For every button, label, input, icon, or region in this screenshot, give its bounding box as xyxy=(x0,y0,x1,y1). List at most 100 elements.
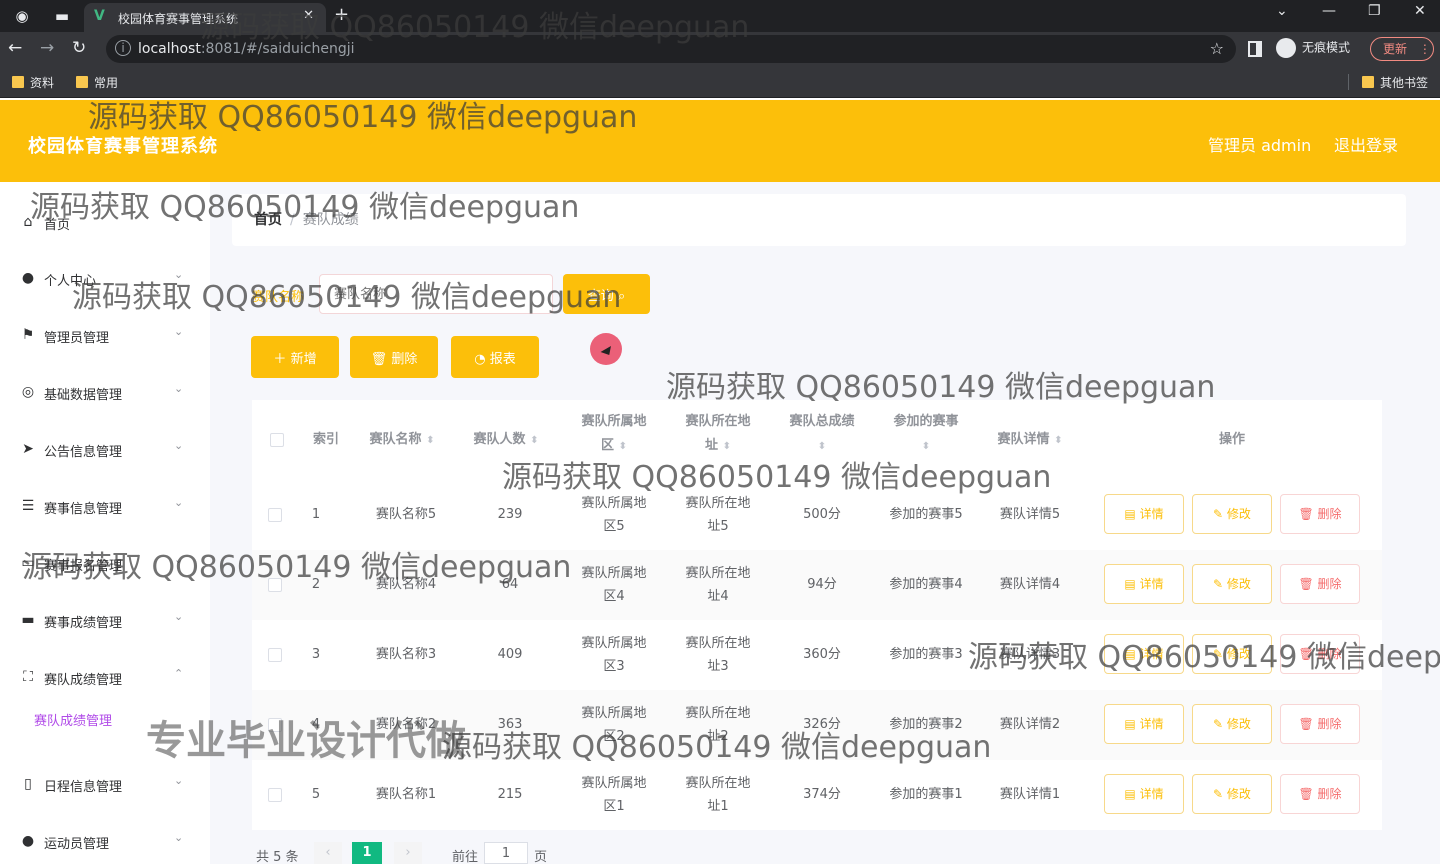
bookmark-star-icon[interactable]: ☆ xyxy=(1210,39,1224,58)
tab-title: 校园体育赛事管理系统 xyxy=(118,12,239,26)
detail-button[interactable]: ▤ 详情 xyxy=(1104,634,1184,674)
col-match[interactable]: 参加的赛事 ⬍ xyxy=(876,410,976,459)
prev-page-button[interactable]: ‹ xyxy=(314,842,342,864)
goto-label: 前往 xyxy=(452,850,479,864)
sidebar-item-notices[interactable]: ➤ 公告信息管理 ⌄ xyxy=(0,421,210,477)
search-button[interactable]: 查询 ⌕ xyxy=(563,274,650,314)
cell-count: 409 xyxy=(497,647,523,662)
detail-button[interactable]: ▤ 详情 xyxy=(1104,774,1184,814)
edit-button[interactable]: ✎ 修改 xyxy=(1192,634,1272,674)
detail-button[interactable]: ▤ 详情 xyxy=(1104,494,1184,534)
row-checkbox[interactable] xyxy=(268,788,282,802)
submenu-team-scores[interactable]: 赛队成绩管理 xyxy=(34,710,112,729)
detail-button[interactable]: ▤ 详情 xyxy=(1104,564,1184,604)
restore-icon[interactable]: ❐ xyxy=(1368,3,1381,19)
app-header: 校园体育赛事管理系统 管理员 admin 退出登录 xyxy=(0,100,1440,182)
next-page-button[interactable]: › xyxy=(394,842,422,864)
search-input[interactable] xyxy=(319,274,553,314)
breadcrumb-home[interactable]: 首页 xyxy=(254,212,282,228)
select-all-checkbox[interactable] xyxy=(270,433,284,447)
sidebar-item-events[interactable]: ☰ 赛事信息管理 ⌄ xyxy=(0,478,210,534)
minimize-icon[interactable]: — xyxy=(1322,3,1336,19)
cell-score: 374分 xyxy=(803,787,841,802)
chevron-down-icon: ⌄ xyxy=(174,610,184,623)
tab-search-icon[interactable]: ▬ xyxy=(52,6,72,26)
cell-score: 94分 xyxy=(807,577,837,592)
sidebar-item-home[interactable]: ⌂ 首页 xyxy=(0,194,210,250)
sidebar-item-base-data[interactable]: ◎ 基础数据管理 ⌄ xyxy=(0,364,210,420)
cell-address: 赛队所在地 址4 xyxy=(685,566,751,604)
close-window-icon[interactable]: ✕ xyxy=(1414,3,1426,19)
user-icon: ● xyxy=(21,270,35,286)
new-tab-icon[interactable]: + xyxy=(334,4,349,25)
col-count[interactable]: 赛队人数 ⬍ xyxy=(456,428,556,453)
row-delete-button[interactable]: 🗑 删除 xyxy=(1280,564,1360,604)
breadcrumb-card xyxy=(232,194,1406,246)
chevron-down-icon: ⌄ xyxy=(174,774,184,787)
forward-icon[interactable]: → xyxy=(40,38,54,58)
edit-button[interactable]: ✎ 修改 xyxy=(1192,704,1272,744)
trash-icon: 🗑 xyxy=(370,351,388,367)
sidebar-item-label: 赛队成绩管理 xyxy=(44,673,123,688)
browser-menu-icon[interactable]: ◉ xyxy=(12,6,32,26)
delete-button[interactable]: 🗑 删除 xyxy=(350,336,438,378)
row-checkbox[interactable] xyxy=(268,648,282,662)
cell-match: 参加的赛事5 xyxy=(889,507,963,522)
col-score[interactable]: 赛队总成绩 ⬍ xyxy=(772,410,872,459)
incognito-indicator[interactable]: 无痕模式 xyxy=(1276,38,1350,58)
browser-tab[interactable]: V 校园体育赛事管理系统 ✕ xyxy=(84,3,326,32)
cell-score: 326分 xyxy=(803,717,841,732)
sidebar-item-admins[interactable]: ⚑ 管理员管理 ⌄ xyxy=(0,307,210,363)
sidebar-item-profile[interactable]: ● 个人中心 ⌄ xyxy=(0,250,210,306)
vue-favicon-icon: V xyxy=(94,8,105,24)
col-detail[interactable]: 赛队详情 ⬍ xyxy=(980,428,1080,453)
cell-area: 赛队所属地 区5 xyxy=(581,496,647,534)
sidebar-item-event-scores[interactable]: ▬ 赛事成绩管理 ⌄ xyxy=(0,592,210,648)
bookmark-folder[interactable]: 常用 xyxy=(76,74,118,91)
address-bar[interactable]: i localhost:8081/#/saiduichengji ☆ xyxy=(106,35,1236,63)
update-button[interactable]: 更新 ⋮ xyxy=(1370,37,1434,61)
cell-area: 赛队所属地 区2 xyxy=(581,706,647,744)
tab-list-icon[interactable]: ⌄ xyxy=(1276,3,1288,19)
row-checkbox[interactable] xyxy=(268,578,282,592)
cell-count: 64 xyxy=(501,577,519,592)
sidebar-item-team-scores[interactable]: ⛶ 赛队成绩管理 ⌃ xyxy=(0,649,210,705)
edit-button[interactable]: ✎ 修改 xyxy=(1192,564,1272,604)
other-bookmarks[interactable]: 其他书签 xyxy=(1362,74,1428,91)
sidebar-item-athletes[interactable]: ● 运动员管理 ⌄ xyxy=(0,813,210,864)
pagination-total: 共 5 条 xyxy=(256,850,299,864)
reload-icon[interactable]: ↻ xyxy=(72,38,86,58)
edit-button[interactable]: ✎ 修改 xyxy=(1192,774,1272,814)
add-button[interactable]: ＋ 新增 xyxy=(251,336,339,378)
back-icon[interactable]: ← xyxy=(8,38,22,58)
cell-count: 363 xyxy=(497,717,523,732)
col-area[interactable]: 赛队所属地区 ⬍ xyxy=(564,410,664,459)
row-delete-button[interactable]: 🗑 删除 xyxy=(1280,494,1360,534)
report-button[interactable]: ◔ 报表 xyxy=(451,336,539,378)
folder-icon xyxy=(1362,76,1374,88)
cell-detail: 赛队详情2 xyxy=(999,717,1061,732)
row-delete-button[interactable]: 🗑 删除 xyxy=(1280,774,1360,814)
row-delete-button[interactable]: 🗑 删除 xyxy=(1280,704,1360,744)
pagination: 共 5 条 ‹ 1 › 前往 1 页 xyxy=(252,842,852,864)
cell-name: 赛队名称5 xyxy=(375,507,437,522)
document-icon: ▭ xyxy=(21,555,35,571)
side-panel-icon[interactable] xyxy=(1248,41,1262,57)
page-number-current[interactable]: 1 xyxy=(352,842,382,864)
send-icon: ➤ xyxy=(22,441,34,457)
chevron-down-icon: ⌄ xyxy=(174,268,184,281)
edit-button[interactable]: ✎ 修改 xyxy=(1192,494,1272,534)
col-address[interactable]: 赛队所在地址 ⬍ xyxy=(668,410,768,459)
detail-button[interactable]: ▤ 详情 xyxy=(1104,704,1184,744)
row-checkbox[interactable] xyxy=(268,508,282,522)
col-name[interactable]: 赛队名称 ⬍ xyxy=(352,428,452,453)
site-info-icon[interactable]: i xyxy=(115,40,131,56)
close-tab-icon[interactable]: ✕ xyxy=(303,8,314,23)
row-delete-button[interactable]: 🗑 删除 xyxy=(1280,634,1360,674)
cell-detail: 赛队详情1 xyxy=(999,787,1061,802)
sidebar-item-registrations[interactable]: ▭ 赛事报名管理 ⌄ xyxy=(0,535,210,591)
page-jump-input[interactable]: 1 xyxy=(484,842,528,864)
bookmark-folder[interactable]: 资料 xyxy=(12,74,54,91)
logout-link[interactable]: 退出登录 xyxy=(1334,132,1398,156)
cell-index: 1 xyxy=(311,507,321,522)
